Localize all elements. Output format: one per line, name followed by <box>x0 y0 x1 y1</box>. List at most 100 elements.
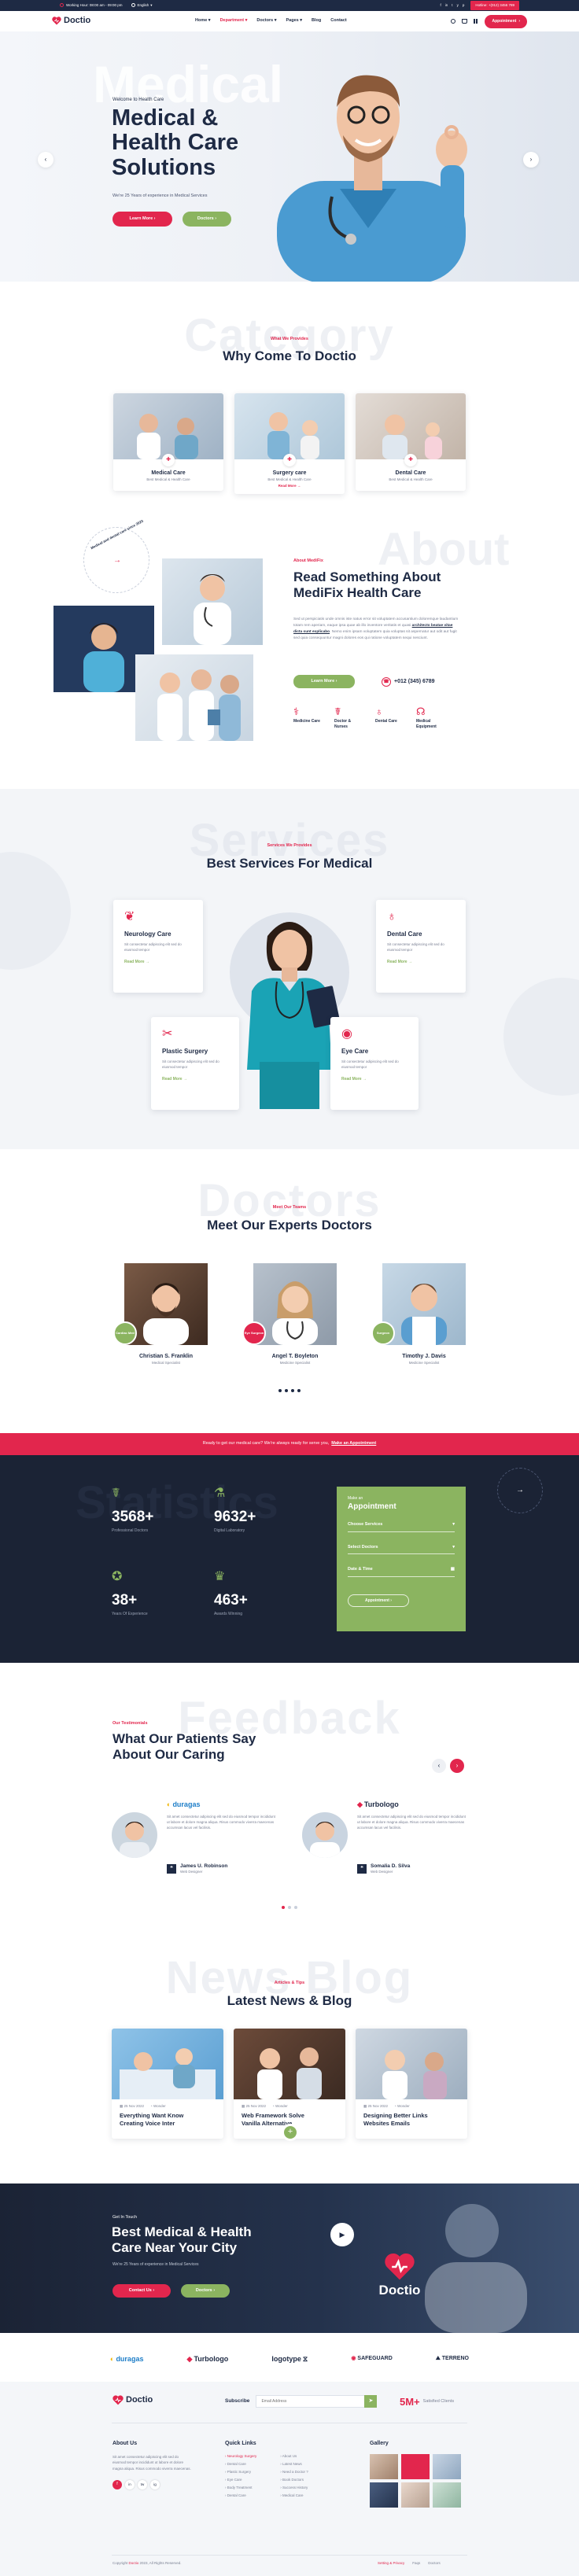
brand-logotype[interactable]: logotype ⧖ <box>271 2354 308 2364</box>
news-post-title[interactable]: Everything Want Know Creating Voice Inter <box>112 2109 223 2127</box>
nav-pages[interactable]: Pages ▾ <box>286 18 303 24</box>
cart-icon[interactable] <box>462 19 468 24</box>
footer-link[interactable]: › Latest News <box>280 2460 308 2468</box>
copyright-brand-link[interactable]: Doctio <box>129 2561 139 2565</box>
footer-link[interactable]: › Dental Care <box>225 2460 256 2468</box>
medical-care-card[interactable]: ✚ Medical Care Best Medical & Health Car… <box>113 393 223 491</box>
appointment-nav-button[interactable]: Appointment › <box>485 14 527 28</box>
linkedin-icon[interactable]: in <box>125 2479 135 2489</box>
footer-link[interactable]: › Need a Doctor ? <box>280 2468 308 2476</box>
brand-turbologo[interactable]: ◆ Turbologo <box>187 2354 229 2364</box>
nav-home[interactable]: Home ▾ <box>195 18 211 24</box>
dental-care-card[interactable]: ✚ Dental Care Best Medical & Health Care <box>356 393 466 491</box>
plastic-read-more-link[interactable]: Read More → <box>162 1077 228 1082</box>
carousel-dot[interactable] <box>294 1906 297 1909</box>
gallery-thumb[interactable] <box>433 2453 461 2479</box>
subscribe-button[interactable]: ➤ <box>364 2395 378 2408</box>
about-phone[interactable]: ☎ +012 (345) 6789 <box>382 677 435 687</box>
carousel-dot[interactable] <box>291 1389 294 1392</box>
surgery-care-card[interactable]: ✚ Surgery care Best Medical & Health Car… <box>234 393 345 494</box>
gallery-thumb[interactable] <box>370 2482 398 2508</box>
footer-link[interactable]: › Body Treatment <box>225 2484 256 2492</box>
carousel-dot[interactable] <box>282 1906 285 1909</box>
doctor-name[interactable]: Timothy J. Davis <box>382 1353 466 1361</box>
footer-link[interactable]: › Medical Care <box>280 2492 308 2500</box>
doctor-card-3[interactable]: Surgeon Timothy J. Davis Medicine Specia… <box>371 1263 466 1365</box>
carousel-dot[interactable] <box>288 1906 291 1909</box>
pinterest-icon[interactable]: p <box>463 3 465 8</box>
doctor-card-1[interactable]: Cardiac Med Christian S. Franklin Medica… <box>113 1263 208 1365</box>
hotline-badge[interactable]: Hotline: +(012) 3456 789 <box>470 0 519 11</box>
footer-link[interactable]: › Dental Care <box>225 2492 256 2500</box>
contact-banner: Get In Touch Best Medical & Health Care … <box>0 2184 579 2333</box>
banner-doctors-button[interactable]: Doctors › <box>181 2284 230 2298</box>
youtube-icon[interactable]: y <box>457 3 459 8</box>
language-select[interactable]: English ▾ <box>131 3 152 8</box>
service-card-dental[interactable]: ♁ Dental Care Sit consectetur adipiscing… <box>376 900 466 993</box>
logo[interactable]: Doctio <box>52 15 90 27</box>
doctors-button[interactable]: Doctors › <box>183 212 231 227</box>
doctor-card-2[interactable]: Eye Surgeon Angel T. Boyleton Medicine S… <box>242 1263 337 1365</box>
date-time-input[interactable]: Date & Time ▦ <box>348 1567 455 1578</box>
brand-terreno[interactable]: ⛰ TERRENO <box>436 2355 469 2363</box>
brand-safeguard[interactable]: ◉ SAFEGUARD <box>351 2355 392 2363</box>
gallery-thumb[interactable] <box>401 2482 430 2508</box>
footer-link[interactable]: › Neurology Surgery <box>225 2453 256 2460</box>
about-learn-more-button[interactable]: Learn More › <box>293 675 355 688</box>
nav-blog[interactable]: Blog <box>312 18 321 24</box>
play-video-button[interactable]: ▶ <box>330 2223 354 2246</box>
dental-read-more-link[interactable]: Read More → <box>387 960 455 965</box>
footer-link[interactable]: › Success History <box>280 2484 308 2492</box>
make-appointment-link[interactable]: Make an Appointment <box>331 1441 376 1447</box>
search-icon[interactable] <box>451 19 456 24</box>
menu-grid-icon[interactable] <box>474 19 479 24</box>
choose-services-select[interactable]: Choose Services ▾ <box>348 1522 455 1532</box>
footer-link[interactable]: › About Us <box>280 2453 308 2460</box>
email-input[interactable] <box>256 2395 367 2408</box>
facebook-icon[interactable]: f <box>112 2479 122 2489</box>
footer-logo[interactable]: Doctio <box>112 2394 153 2406</box>
privacy-link[interactable]: Setting & Privacy <box>378 2561 404 2566</box>
nav-contact[interactable]: Contact <box>330 18 346 24</box>
news-card-1[interactable]: ▦ 25 Nov 2022 ◔ Wonder Everything Want Kn… <box>112 2029 223 2139</box>
footer-link[interactable]: › Book Doctors <box>280 2476 308 2484</box>
footer-link[interactable]: › Eye Care <box>225 2476 256 2484</box>
carousel-dot[interactable] <box>285 1389 288 1392</box>
news-more-button[interactable]: + <box>282 2124 299 2141</box>
carousel-dot[interactable] <box>297 1389 301 1392</box>
team-kicker: Meet Our Teams <box>272 1205 307 1210</box>
neurology-read-more-link[interactable]: Read More → <box>124 960 192 965</box>
nav-doctors[interactable]: Doctors ▾ <box>256 18 276 24</box>
contact-us-button[interactable]: Contact Us › <box>112 2284 171 2298</box>
linkedin-icon[interactable]: in <box>445 3 448 8</box>
carousel-dot[interactable] <box>278 1389 282 1392</box>
service-card-eye-care[interactable]: ◉ Eye Care Sit consectetur adipiscing el… <box>330 1017 419 1110</box>
news-card-2[interactable]: ▦ 25 Nov 2022 ◔ Wonder Web Framework Solv… <box>234 2029 345 2139</box>
gallery-thumb[interactable] <box>370 2453 398 2479</box>
tooth-icon: ♁ <box>387 910 396 923</box>
hero-next-arrow[interactable]: › <box>523 152 539 168</box>
form-appointment-button[interactable]: Appointment › <box>348 1594 409 1608</box>
surgery-read-more-link[interactable]: Read More → <box>234 484 345 488</box>
select-doctors-select[interactable]: Select Doctors ▾ <box>348 1545 455 1555</box>
gallery-thumb[interactable] <box>401 2453 430 2479</box>
testimonial-prev-button[interactable]: ‹ <box>432 1759 446 1773</box>
instagram-icon[interactable]: ig <box>150 2479 160 2489</box>
gallery-thumb[interactable] <box>433 2482 461 2508</box>
doctor-name[interactable]: Christian S. Franklin <box>124 1353 208 1361</box>
hero-prev-arrow[interactable]: ‹ <box>38 152 53 168</box>
brand-duragas[interactable]: ◐ duragas <box>110 2354 143 2364</box>
twitter-icon[interactable]: tw <box>138 2479 147 2489</box>
learn-more-button[interactable]: Learn More › <box>112 212 172 227</box>
eye-read-more-link[interactable]: Read More → <box>341 1077 408 1082</box>
nav-department[interactable]: Department ▾ <box>220 18 248 24</box>
faqs-link[interactable]: Faqs <box>412 2561 420 2566</box>
testimonial-next-button[interactable]: › <box>450 1759 464 1773</box>
doctors-link[interactable]: Doctors <box>428 2561 441 2566</box>
news-post-title[interactable]: Designing Better Links Websites Emails <box>356 2109 467 2127</box>
service-card-plastic-surgery[interactable]: ✂ Plastic Surgery Sit consectetur adipis… <box>151 1017 239 1110</box>
service-card-neurology[interactable]: ❦ Neurology Care Sit consectetur adipisc… <box>113 900 203 993</box>
news-card-3[interactable]: ▦ 25 Nov 2022 ◔ Wonder Designing Better L… <box>356 2029 467 2139</box>
doctor-name[interactable]: Angel T. Boyleton <box>253 1353 337 1361</box>
footer-link[interactable]: › Plastic Surgery <box>225 2468 256 2476</box>
